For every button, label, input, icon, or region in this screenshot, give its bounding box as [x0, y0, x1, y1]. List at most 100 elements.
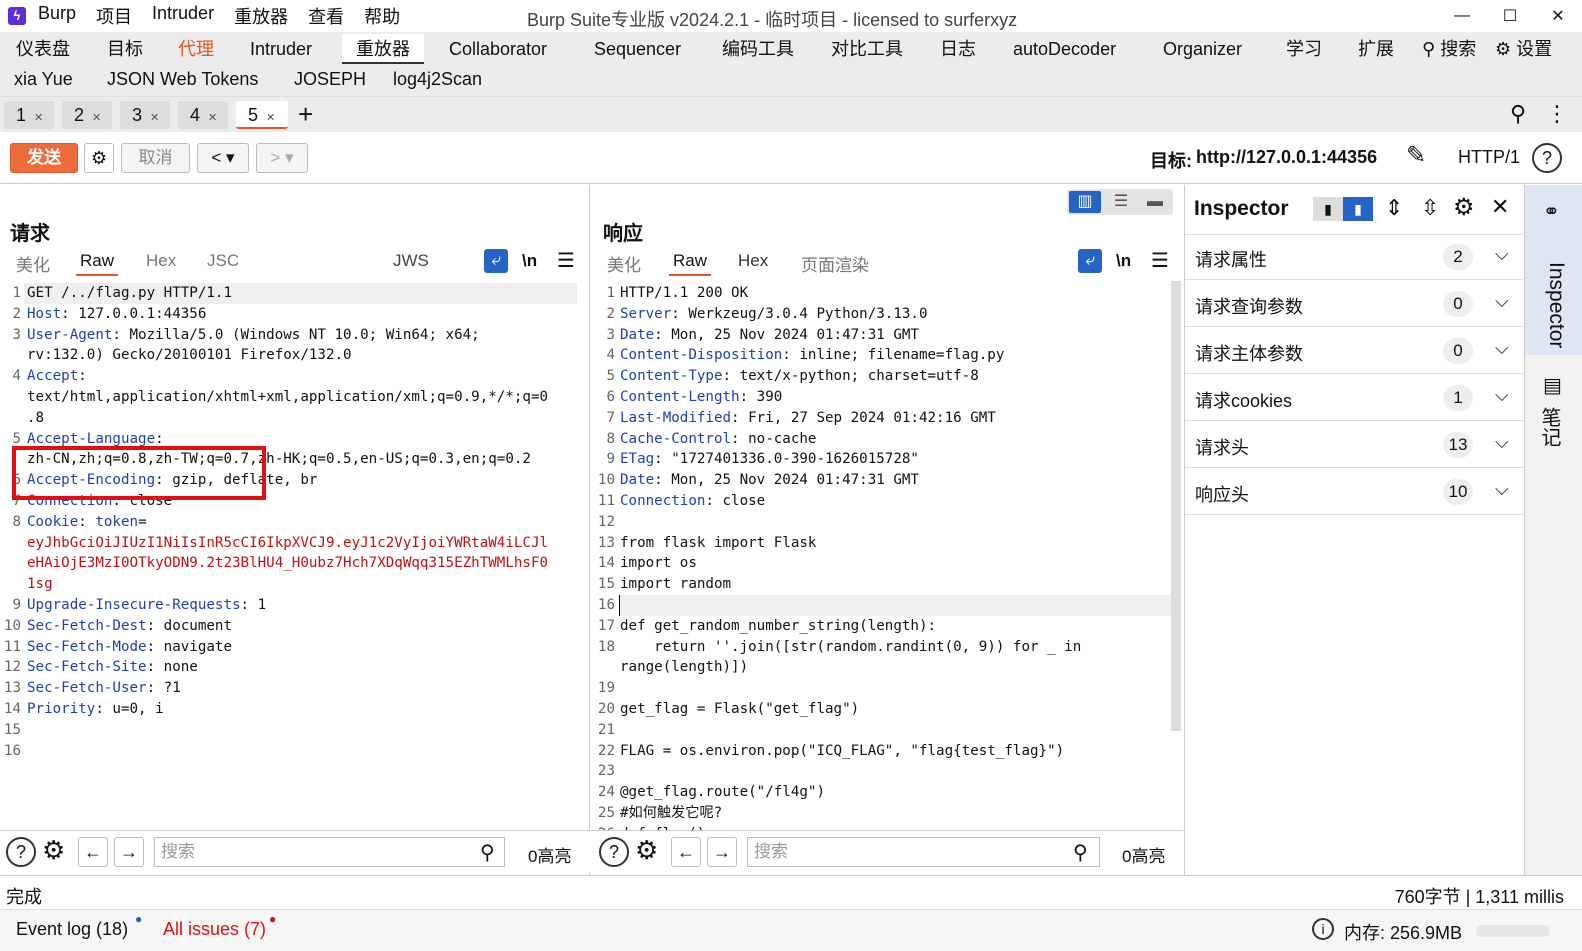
previous-match-arrow-icon[interactable]: ←: [671, 837, 701, 867]
tab-jws[interactable]: JWS: [393, 251, 429, 271]
previous-match-arrow-icon[interactable]: ←: [78, 837, 108, 867]
tab-log4j2scan[interactable]: log4j2Scan: [393, 64, 482, 94]
tab-sequencer[interactable]: Sequencer: [594, 34, 681, 64]
menu-repeater[interactable]: 重放器: [234, 3, 288, 29]
gear-icon[interactable]: ⚙: [42, 835, 65, 866]
expand-all-icon[interactable]: ⇕: [1385, 195, 1403, 221]
tab-joseph[interactable]: JOSEPH: [294, 64, 366, 94]
layout-tabs-icon[interactable]: ▬: [1139, 191, 1171, 213]
menu-project[interactable]: 项目: [96, 3, 132, 29]
send-button[interactable]: 发送: [10, 143, 78, 173]
inspector-layout-left-icon[interactable]: ▮: [1313, 197, 1343, 221]
add-tab-icon[interactable]: +: [298, 99, 313, 130]
collapse-all-icon[interactable]: ⇳: [1421, 195, 1439, 221]
history-back-button[interactable]: < ▾: [197, 143, 249, 173]
request-search-input[interactable]: 搜索: [154, 837, 505, 867]
editor-menu-icon[interactable]: ☰: [557, 248, 575, 273]
maximize-icon[interactable]: ☐: [1486, 0, 1534, 32]
close-icon[interactable]: ✕: [1534, 0, 1582, 32]
tab-hex[interactable]: Hex: [146, 251, 176, 271]
code-line: return ''.join([str(random.randint(0, 9)…: [620, 637, 1081, 658]
all-issues-button[interactable]: All issues (7): [163, 919, 266, 940]
inspector-row-body-params[interactable]: 请求主体参数 0 ⌵: [1185, 328, 1523, 374]
tab-logger[interactable]: 日志: [940, 34, 976, 64]
tab-jsc[interactable]: JSC: [207, 251, 239, 271]
event-log-button[interactable]: Event log (18): [16, 919, 128, 940]
more-options-icon[interactable]: ⋮: [1546, 101, 1568, 127]
inspector-layout-right-icon[interactable]: ▮: [1343, 197, 1373, 221]
tab-target[interactable]: 目标: [107, 34, 143, 64]
tab-intruder[interactable]: Intruder: [250, 34, 312, 64]
response-scrollbar[interactable]: [1171, 281, 1181, 731]
global-search-button[interactable]: ⚲ 搜索: [1422, 34, 1476, 64]
info-icon[interactable]: i: [1312, 918, 1334, 940]
help-icon[interactable]: ?: [1532, 143, 1562, 173]
layout-stacked-icon[interactable]: ☰: [1105, 191, 1137, 213]
tab-hex[interactable]: Hex: [738, 251, 768, 271]
show-newlines-toggle[interactable]: \n: [522, 251, 537, 271]
tab-collaborator[interactable]: Collaborator: [449, 34, 547, 64]
edit-target-pencil-icon[interactable]: ✎: [1406, 141, 1426, 170]
repeater-tab-2[interactable]: 2 ✕: [62, 101, 112, 129]
repeater-tab-3[interactable]: 3 ✕: [120, 101, 170, 129]
tab-decoder[interactable]: 编码工具: [722, 34, 794, 64]
side-tab-notes[interactable]: ▤ 笔记: [1525, 367, 1582, 467]
close-tab-icon[interactable]: ✕: [208, 112, 217, 124]
show-newlines-toggle[interactable]: \n: [1116, 251, 1131, 271]
inspector-settings-gear-icon[interactable]: ⚙: [1453, 193, 1475, 222]
target-url[interactable]: http://127.0.0.1:44356: [1196, 147, 1377, 168]
request-settings-gear-icon[interactable]: ⚙: [84, 143, 114, 173]
close-tab-icon[interactable]: ✕: [150, 112, 159, 124]
wrap-lines-icon[interactable]: ⤶: [1078, 249, 1102, 273]
http-version-selector[interactable]: HTTP/1: [1458, 147, 1520, 168]
wrap-lines-icon[interactable]: ⤶: [484, 249, 508, 273]
cancel-button[interactable]: 取消: [121, 143, 190, 173]
tab-pretty[interactable]: 美化: [607, 251, 641, 276]
tab-extensions[interactable]: 扩展: [1358, 34, 1394, 64]
tab-organizer[interactable]: Organizer: [1163, 34, 1242, 64]
inspector-row-request-attributes[interactable]: 请求属性 2 ⌵: [1185, 234, 1523, 280]
response-search-input[interactable]: 搜索: [747, 837, 1100, 867]
tab-json-web-tokens[interactable]: JSON Web Tokens: [107, 64, 258, 94]
close-tab-icon[interactable]: ✕: [266, 112, 275, 124]
repeater-tab-5[interactable]: 5 ✕: [236, 101, 288, 129]
menu-burp[interactable]: Burp: [38, 3, 76, 29]
menu-help[interactable]: 帮助: [364, 3, 400, 29]
menu-view[interactable]: 查看: [308, 3, 344, 29]
inspector-row-cookies[interactable]: 请求cookies 1 ⌵: [1185, 375, 1523, 421]
help-icon[interactable]: ?: [6, 837, 36, 867]
menu-intruder[interactable]: Intruder: [152, 3, 214, 29]
inspector-row-response-headers[interactable]: 响应头 10 ⌵: [1185, 469, 1523, 515]
minimize-icon[interactable]: —: [1438, 0, 1486, 32]
history-forward-button[interactable]: > ▾: [256, 143, 308, 173]
response-editor[interactable]: 1 HTTP/1.1 200 OK 2 Server: Werkzeug/3.0.4 …: [591, 281, 1171, 831]
inspector-row-query-params[interactable]: 请求查询参数 0 ⌵: [1185, 281, 1523, 327]
inspector-row-request-headers[interactable]: 请求头 13 ⌵: [1185, 422, 1523, 468]
request-editor[interactable]: 1 GET /../flag.py HTTP/1.1 2 Host: 127.0.0.…: [0, 281, 588, 831]
close-tab-icon[interactable]: ✕: [34, 112, 43, 124]
tab-learn[interactable]: 学习: [1286, 34, 1322, 64]
next-match-arrow-icon[interactable]: →: [114, 837, 144, 867]
inspector-close-icon[interactable]: ✕: [1491, 194, 1509, 220]
close-tab-icon[interactable]: ✕: [92, 112, 101, 124]
tab-repeater[interactable]: 重放器: [342, 34, 424, 64]
global-settings-button[interactable]: ⚙ 设置: [1495, 34, 1552, 64]
tab-proxy[interactable]: 代理: [178, 34, 214, 64]
tab-search-icon[interactable]: ⚲: [1510, 101, 1526, 127]
tab-dashboard[interactable]: 仪表盘: [16, 34, 70, 64]
tab-pretty[interactable]: 美化: [16, 251, 50, 276]
tab-autodecoder[interactable]: autoDecoder: [1013, 34, 1116, 64]
help-icon[interactable]: ?: [599, 837, 629, 867]
tab-xia-yue[interactable]: xia Yue: [14, 64, 73, 94]
side-tab-inspector[interactable]: ⚭ Inspector: [1525, 185, 1582, 355]
repeater-tab-1[interactable]: 1 ✕: [4, 101, 54, 129]
next-match-arrow-icon[interactable]: →: [707, 837, 737, 867]
gear-icon[interactable]: ⚙: [635, 835, 658, 866]
tab-comparer[interactable]: 对比工具: [831, 34, 903, 64]
editor-menu-icon[interactable]: ☰: [1151, 248, 1169, 273]
repeater-tab-4[interactable]: 4 ✕: [178, 101, 228, 129]
tab-raw[interactable]: Raw: [669, 251, 712, 276]
tab-render[interactable]: 页面渲染: [801, 251, 869, 276]
layout-side-by-side-icon[interactable]: ▥: [1069, 191, 1101, 213]
tab-raw[interactable]: Raw: [76, 251, 119, 276]
